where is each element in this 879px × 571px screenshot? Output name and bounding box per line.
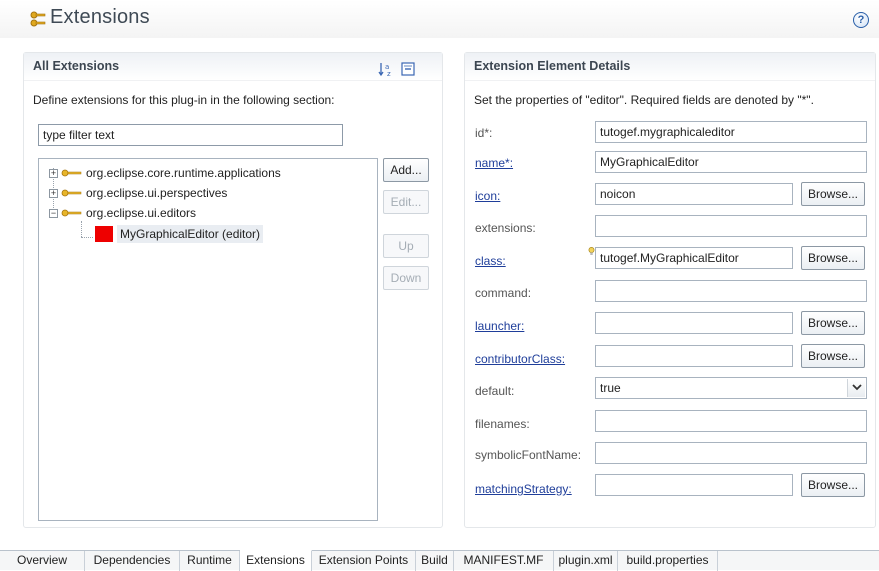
icon-field[interactable]: noicon xyxy=(595,183,793,205)
launcher-field[interactable] xyxy=(595,312,793,334)
edit-button[interactable]: Edit... xyxy=(383,190,429,214)
id-label: id*: xyxy=(475,126,493,140)
tree-item[interactable]: − org.eclipse.ui.editors xyxy=(49,204,369,222)
tab-dependencies[interactable]: Dependencies xyxy=(85,551,180,571)
tree-connector xyxy=(81,221,82,237)
expand-icon[interactable]: + xyxy=(49,189,58,198)
add-button[interactable]: Add... xyxy=(383,158,429,182)
tree-connector xyxy=(81,237,93,238)
all-extensions-description: Define extensions for this plug-in in th… xyxy=(33,93,335,107)
help-icon[interactable]: ? xyxy=(853,12,869,28)
expand-icon[interactable]: + xyxy=(49,169,58,178)
tab-extension-points[interactable]: Extension Points xyxy=(312,551,416,571)
icon-link[interactable]: icon: xyxy=(475,189,500,203)
contributor-class-browse-button[interactable]: Browse... xyxy=(801,344,865,368)
filenames-label: filenames: xyxy=(475,417,530,431)
tree-item-label: org.eclipse.ui.editors xyxy=(86,206,197,220)
tab-plugin-xml[interactable]: plugin.xml xyxy=(554,551,618,571)
tab-build[interactable]: Build xyxy=(416,551,454,571)
extension-point-icon xyxy=(61,169,82,177)
editor-element-icon xyxy=(95,226,113,242)
default-select-value: true xyxy=(600,381,621,395)
tab-runtime[interactable]: Runtime xyxy=(180,551,240,571)
class-field[interactable]: tutogef.MyGraphicalEditor xyxy=(595,247,793,269)
command-field[interactable] xyxy=(595,280,867,302)
extensions-field[interactable] xyxy=(595,215,867,237)
tree-child-label: MyGraphicalEditor (editor) xyxy=(117,225,264,243)
extension-point-icon xyxy=(61,209,82,217)
matching-strategy-link[interactable]: matchingStrategy: xyxy=(475,482,572,496)
contributor-class-field[interactable] xyxy=(595,345,793,367)
down-button[interactable]: Down xyxy=(383,266,429,290)
tab-manifest[interactable]: MANIFEST.MF xyxy=(454,551,554,571)
symbolic-font-name-field[interactable] xyxy=(595,442,867,464)
extensions-tree[interactable]: + org.eclipse.core.runtime.applications … xyxy=(38,158,378,521)
command-label: command: xyxy=(475,286,532,300)
editor-tab-bar: Overview Dependencies Runtime Extensions… xyxy=(0,550,879,571)
extension-point-icon xyxy=(61,189,82,197)
tab-overview[interactable]: Overview xyxy=(0,551,85,571)
matching-strategy-browse-button[interactable]: Browse... xyxy=(801,473,865,497)
launcher-browse-button[interactable]: Browse... xyxy=(801,311,865,335)
icon-browse-button[interactable]: Browse... xyxy=(801,182,865,206)
class-browse-button[interactable]: Browse... xyxy=(801,246,865,270)
matching-strategy-field[interactable] xyxy=(595,474,793,496)
sort-az-icon[interactable]: a z xyxy=(378,61,394,77)
launcher-link[interactable]: launcher: xyxy=(475,319,524,333)
symbolic-font-name-label: symbolicFontName: xyxy=(475,448,582,462)
tab-build-properties[interactable]: build.properties xyxy=(618,551,718,571)
element-details-heading: Extension Element Details xyxy=(465,53,875,81)
tree-item[interactable]: + org.eclipse.core.runtime.applications xyxy=(49,164,369,182)
editor-header: Extensions ? xyxy=(0,0,879,38)
chevron-down-icon[interactable] xyxy=(847,379,865,397)
extensions-icon xyxy=(30,11,46,27)
tree-item-label: org.eclipse.ui.perspectives xyxy=(86,186,228,200)
name-link[interactable]: name*: xyxy=(475,156,513,170)
collapse-all-icon[interactable] xyxy=(400,61,416,77)
all-extensions-section: All Extensions a z Define extensions for… xyxy=(23,52,443,528)
element-details-description: Set the properties of "editor". Required… xyxy=(474,93,814,107)
contributor-class-link[interactable]: contributorClass: xyxy=(475,352,565,366)
extensions-label: extensions: xyxy=(475,221,536,235)
collapse-icon[interactable]: − xyxy=(49,209,58,218)
tab-extensions[interactable]: Extensions xyxy=(240,550,312,571)
page-title: Extensions xyxy=(50,6,150,28)
tree-item[interactable]: + org.eclipse.ui.perspectives xyxy=(49,184,369,202)
class-link[interactable]: class: xyxy=(475,254,506,268)
default-select[interactable]: true xyxy=(595,377,867,399)
name-field[interactable]: MyGraphicalEditor xyxy=(595,151,867,173)
element-details-section: Extension Element Details Set the proper… xyxy=(464,52,876,528)
filenames-field[interactable] xyxy=(595,410,867,432)
content-assist-icon xyxy=(588,247,595,255)
tree-item-label: org.eclipse.core.runtime.applications xyxy=(86,166,281,180)
svg-text:z: z xyxy=(387,70,391,77)
filter-input[interactable]: type filter text xyxy=(38,124,343,146)
id-field[interactable]: tutogef.mygraphicaleditor xyxy=(595,121,867,143)
tree-child-item[interactable]: MyGraphicalEditor (editor) xyxy=(95,225,345,243)
up-button[interactable]: Up xyxy=(383,234,429,258)
default-label: default: xyxy=(475,384,515,398)
